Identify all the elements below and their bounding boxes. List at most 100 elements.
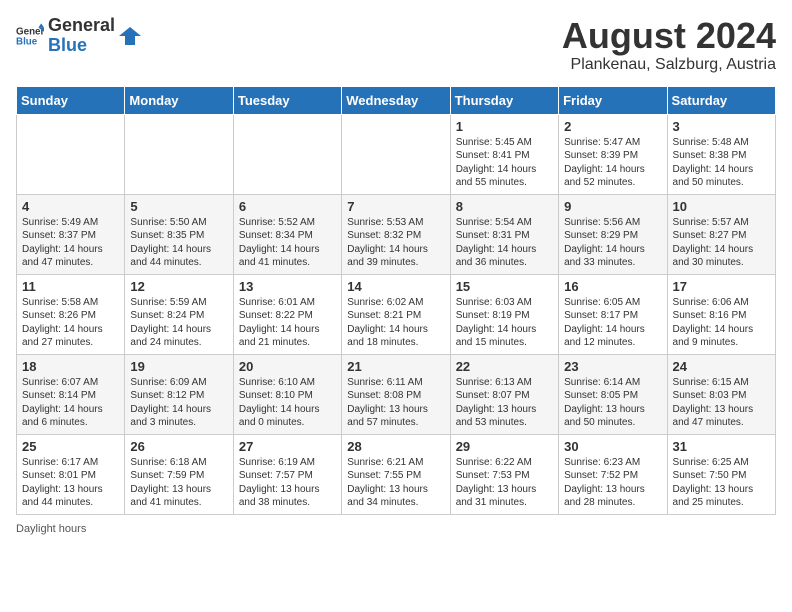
cell-content-line: Daylight: 14 hours and 52 minutes. — [564, 163, 661, 190]
logo-general-text: General — [48, 16, 115, 36]
cell-content-line: Daylight: 14 hours and 3 minutes. — [130, 403, 227, 430]
calendar-cell: 4Sunrise: 5:49 AMSunset: 8:37 PMDaylight… — [17, 194, 125, 274]
cell-content-line: Sunrise: 6:06 AM — [673, 296, 770, 310]
cell-content-line: Daylight: 13 hours and 57 minutes. — [347, 403, 444, 430]
cell-content-line: Sunset: 8:39 PM — [564, 149, 661, 163]
footer-note: Daylight hours — [16, 523, 776, 535]
cell-content-line: Sunset: 7:59 PM — [130, 469, 227, 483]
cell-content-line: Sunrise: 6:07 AM — [22, 376, 119, 390]
calendar-cell: 10Sunrise: 5:57 AMSunset: 8:27 PMDayligh… — [667, 194, 775, 274]
calendar-cell: 25Sunrise: 6:17 AMSunset: 8:01 PMDayligh… — [17, 434, 125, 514]
calendar-cell: 12Sunrise: 5:59 AMSunset: 8:24 PMDayligh… — [125, 274, 233, 354]
cell-content-line: Sunset: 8:21 PM — [347, 309, 444, 323]
cell-content-line: Daylight: 14 hours and 41 minutes. — [239, 243, 336, 270]
calendar-cell: 17Sunrise: 6:06 AMSunset: 8:16 PMDayligh… — [667, 274, 775, 354]
day-number: 3 — [673, 119, 770, 134]
calendar-cell: 6Sunrise: 5:52 AMSunset: 8:34 PMDaylight… — [233, 194, 341, 274]
location-title: Plankenau, Salzburg, Austria — [562, 56, 776, 74]
calendar-cell: 14Sunrise: 6:02 AMSunset: 8:21 PMDayligh… — [342, 274, 450, 354]
cell-content-line: Sunrise: 6:18 AM — [130, 456, 227, 470]
calendar-week-row: 25Sunrise: 6:17 AMSunset: 8:01 PMDayligh… — [17, 434, 776, 514]
cell-content-line: Sunrise: 6:15 AM — [673, 376, 770, 390]
cell-content-line: Daylight: 14 hours and 33 minutes. — [564, 243, 661, 270]
cell-content-line: Daylight: 13 hours and 34 minutes. — [347, 483, 444, 510]
day-number: 5 — [130, 199, 227, 214]
calendar-cell: 26Sunrise: 6:18 AMSunset: 7:59 PMDayligh… — [125, 434, 233, 514]
cell-content-line: Daylight: 13 hours and 25 minutes. — [673, 483, 770, 510]
calendar-header-row: SundayMondayTuesdayWednesdayThursdayFrid… — [17, 86, 776, 114]
cell-content-line: Sunset: 8:22 PM — [239, 309, 336, 323]
logo: General Blue General Blue — [16, 16, 141, 56]
day-number: 24 — [673, 359, 770, 374]
calendar-cell — [233, 114, 341, 194]
cell-content-line: Sunrise: 6:09 AM — [130, 376, 227, 390]
cell-content-line: Daylight: 13 hours and 47 minutes. — [673, 403, 770, 430]
calendar-cell: 15Sunrise: 6:03 AMSunset: 8:19 PMDayligh… — [450, 274, 558, 354]
cell-content-line: Sunset: 8:05 PM — [564, 389, 661, 403]
cell-content-line: Sunset: 8:12 PM — [130, 389, 227, 403]
calendar-dow-tuesday: Tuesday — [233, 86, 341, 114]
day-number: 2 — [564, 119, 661, 134]
cell-content-line: Daylight: 14 hours and 39 minutes. — [347, 243, 444, 270]
cell-content-line: Sunrise: 6:23 AM — [564, 456, 661, 470]
day-number: 30 — [564, 439, 661, 454]
cell-content-line: Sunset: 8:29 PM — [564, 229, 661, 243]
cell-content-line: Sunset: 8:19 PM — [456, 309, 553, 323]
calendar-cell: 19Sunrise: 6:09 AMSunset: 8:12 PMDayligh… — [125, 354, 233, 434]
calendar-cell: 7Sunrise: 5:53 AMSunset: 8:32 PMDaylight… — [342, 194, 450, 274]
cell-content-line: Daylight: 14 hours and 36 minutes. — [456, 243, 553, 270]
cell-content-line: Sunset: 8:26 PM — [22, 309, 119, 323]
calendar-dow-saturday: Saturday — [667, 86, 775, 114]
calendar-cell: 1Sunrise: 5:45 AMSunset: 8:41 PMDaylight… — [450, 114, 558, 194]
day-number: 10 — [673, 199, 770, 214]
cell-content-line: Sunrise: 6:22 AM — [456, 456, 553, 470]
logo-icon: General Blue — [16, 22, 44, 50]
cell-content-line: Daylight: 14 hours and 9 minutes. — [673, 323, 770, 350]
day-number: 15 — [456, 279, 553, 294]
cell-content-line: Sunrise: 5:49 AM — [22, 216, 119, 230]
day-number: 9 — [564, 199, 661, 214]
calendar-cell: 18Sunrise: 6:07 AMSunset: 8:14 PMDayligh… — [17, 354, 125, 434]
day-number: 1 — [456, 119, 553, 134]
calendar-cell: 21Sunrise: 6:11 AMSunset: 8:08 PMDayligh… — [342, 354, 450, 434]
calendar-cell: 22Sunrise: 6:13 AMSunset: 8:07 PMDayligh… — [450, 354, 558, 434]
cell-content-line: Daylight: 14 hours and 12 minutes. — [564, 323, 661, 350]
calendar-week-row: 11Sunrise: 5:58 AMSunset: 8:26 PMDayligh… — [17, 274, 776, 354]
cell-content-line: Sunrise: 5:45 AM — [456, 136, 553, 150]
calendar-cell: 8Sunrise: 5:54 AMSunset: 8:31 PMDaylight… — [450, 194, 558, 274]
cell-content-line: Sunset: 7:55 PM — [347, 469, 444, 483]
cell-content-line: Daylight: 13 hours and 38 minutes. — [239, 483, 336, 510]
cell-content-line: Sunrise: 5:50 AM — [130, 216, 227, 230]
cell-content-line: Sunset: 7:52 PM — [564, 469, 661, 483]
day-number: 21 — [347, 359, 444, 374]
day-number: 25 — [22, 439, 119, 454]
calendar-table: SundayMondayTuesdayWednesdayThursdayFrid… — [16, 86, 776, 515]
calendar-cell: 5Sunrise: 5:50 AMSunset: 8:35 PMDaylight… — [125, 194, 233, 274]
calendar-week-row: 18Sunrise: 6:07 AMSunset: 8:14 PMDayligh… — [17, 354, 776, 434]
cell-content-line: Sunset: 8:31 PM — [456, 229, 553, 243]
day-number: 4 — [22, 199, 119, 214]
day-number: 7 — [347, 199, 444, 214]
cell-content-line: Sunset: 8:07 PM — [456, 389, 553, 403]
cell-content-line: Sunset: 8:14 PM — [22, 389, 119, 403]
calendar-dow-monday: Monday — [125, 86, 233, 114]
svg-text:Blue: Blue — [16, 36, 38, 47]
cell-content-line: Daylight: 13 hours and 31 minutes. — [456, 483, 553, 510]
cell-content-line: Daylight: 14 hours and 27 minutes. — [22, 323, 119, 350]
calendar-cell: 9Sunrise: 5:56 AMSunset: 8:29 PMDaylight… — [559, 194, 667, 274]
cell-content-line: Sunset: 8:27 PM — [673, 229, 770, 243]
cell-content-line: Sunset: 7:57 PM — [239, 469, 336, 483]
cell-content-line: Sunrise: 5:59 AM — [130, 296, 227, 310]
day-number: 17 — [673, 279, 770, 294]
cell-content-line: Sunset: 8:32 PM — [347, 229, 444, 243]
cell-content-line: Sunrise: 5:52 AM — [239, 216, 336, 230]
cell-content-line: Sunrise: 6:05 AM — [564, 296, 661, 310]
cell-content-line: Daylight: 14 hours and 18 minutes. — [347, 323, 444, 350]
day-number: 16 — [564, 279, 661, 294]
day-number: 28 — [347, 439, 444, 454]
calendar-cell: 16Sunrise: 6:05 AMSunset: 8:17 PMDayligh… — [559, 274, 667, 354]
cell-content-line: Sunset: 8:24 PM — [130, 309, 227, 323]
day-number: 31 — [673, 439, 770, 454]
calendar-cell: 23Sunrise: 6:14 AMSunset: 8:05 PMDayligh… — [559, 354, 667, 434]
cell-content-line: Daylight: 14 hours and 6 minutes. — [22, 403, 119, 430]
